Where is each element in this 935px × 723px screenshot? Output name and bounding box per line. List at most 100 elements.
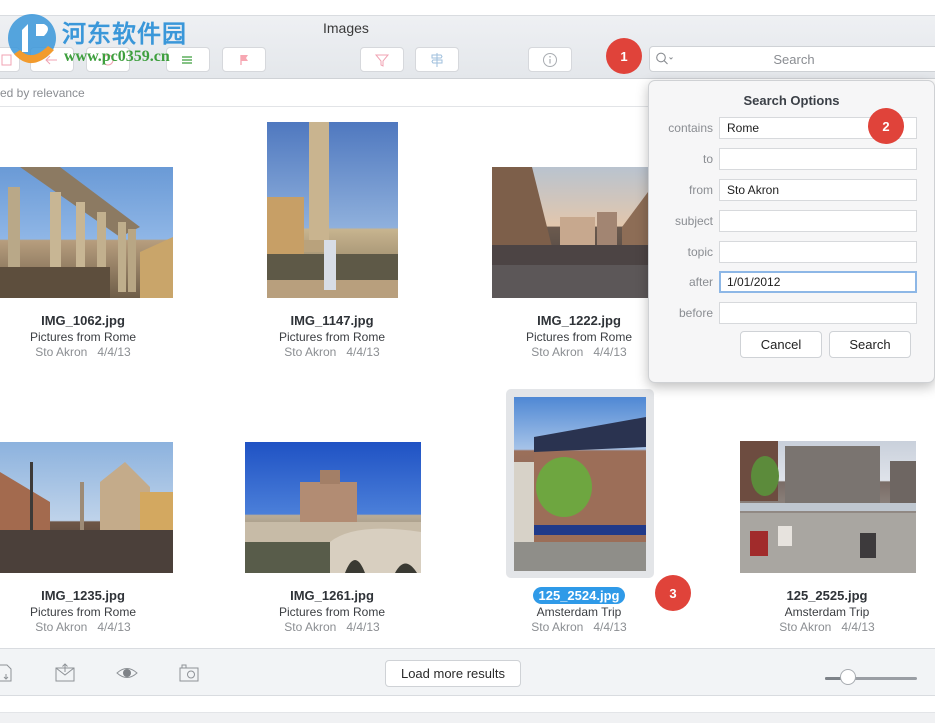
date: 4/4/13 — [97, 620, 131, 634]
quicklook-eye-icon[interactable] — [116, 663, 138, 683]
thumbnail-125-2524[interactable] — [514, 397, 646, 571]
album-name: Pictures from Rome — [29, 330, 137, 344]
filter-button[interactable] — [360, 47, 404, 72]
thumbnail-img-1147[interactable] — [267, 122, 398, 298]
status-footer — [0, 712, 935, 723]
share-icon[interactable] — [54, 663, 76, 683]
thumbnail-img-1235[interactable] — [0, 442, 173, 573]
album-name: Pictures from Rome — [278, 330, 386, 344]
to-label: to — [702, 152, 713, 166]
toolbar: Images Search — [0, 15, 935, 79]
thumbnail-125-2525[interactable] — [740, 441, 916, 573]
move-button[interactable] — [166, 47, 210, 72]
field-topic: topic — [649, 241, 935, 263]
to-input[interactable] — [719, 148, 917, 170]
search-button[interactable]: Search — [829, 331, 911, 358]
contains-label: contains — [668, 121, 713, 135]
date: 4/4/13 — [97, 345, 131, 359]
sender: Sto Akron — [35, 345, 88, 359]
filename[interactable]: IMG_1062.jpg — [0, 313, 203, 328]
photo-hotel-krasnapolsky — [514, 417, 646, 571]
step-badge-1: 1 — [606, 38, 642, 74]
album-name: Pictures from Rome — [278, 605, 386, 619]
after-input[interactable] — [719, 271, 917, 293]
sender-date: Sto Akron 4/4/13 — [212, 345, 452, 359]
reply-icon — [45, 55, 57, 64]
flag-button[interactable] — [222, 47, 266, 72]
photo-castel-sant-angelo — [245, 470, 421, 573]
flag-icon — [240, 54, 248, 65]
thumbnail-img-1222[interactable] — [492, 167, 648, 298]
compose-icon — [1, 54, 12, 65]
photo-trajan-column — [267, 122, 398, 298]
sender-date: Sto Akron 4/4/13 — [0, 620, 203, 634]
sender-date: Sto Akron 4/4/13 — [212, 620, 452, 634]
from-input[interactable] — [719, 179, 917, 201]
move-icon — [182, 55, 192, 64]
sender: Sto Akron — [531, 345, 584, 359]
thumbnail-img-1261[interactable] — [245, 442, 421, 573]
field-from: from — [649, 179, 935, 201]
sender-date: Sto Akron 4/4/13 — [459, 620, 699, 634]
sender-date: Sto Akron 4/4/13 — [707, 620, 935, 634]
sender: Sto Akron — [779, 620, 832, 634]
subject-input[interactable] — [719, 210, 917, 232]
sender: Sto Akron — [531, 620, 584, 634]
window-title: Images — [323, 20, 369, 36]
search-options-title: Search Options — [743, 93, 840, 108]
photo-dam-square — [740, 441, 916, 573]
load-more-results-button[interactable]: Load more results — [385, 660, 521, 687]
date: 4/4/13 — [346, 620, 380, 634]
reply-button[interactable] — [30, 47, 74, 72]
step-badge-3: 3 — [655, 575, 691, 611]
search-field[interactable]: Search — [649, 46, 935, 72]
filename[interactable]: IMG_1147.jpg — [212, 313, 452, 328]
camera-icon[interactable] — [178, 663, 200, 683]
thumbnail-img-1062[interactable] — [0, 167, 173, 298]
compose-button[interactable] — [0, 47, 20, 72]
info-icon — [543, 52, 557, 67]
sender: Sto Akron — [35, 620, 88, 634]
sort-label[interactable]: ed by relevance — [0, 86, 85, 100]
topic-input[interactable] — [719, 241, 917, 263]
date: 4/4/13 — [593, 345, 627, 359]
field-before: before — [649, 302, 935, 324]
info-button[interactable] — [528, 47, 572, 72]
step-badge-2: 2 — [868, 108, 904, 144]
search-placeholder: Search — [773, 52, 815, 67]
sender: Sto Akron — [284, 345, 337, 359]
before-label: before — [678, 306, 713, 320]
slider-knob[interactable] — [840, 669, 856, 685]
window-top-strip — [0, 0, 935, 15]
date: 4/4/13 — [593, 620, 627, 634]
cancel-button[interactable]: Cancel — [740, 331, 822, 358]
date: 4/4/13 — [841, 620, 875, 634]
photo-temple-columns — [0, 167, 173, 298]
sender-date: Sto Akron 4/4/13 — [0, 345, 203, 359]
thumbnail-size-slider[interactable] — [825, 677, 917, 680]
from-label: from — [689, 183, 713, 197]
save-icon[interactable] — [0, 663, 16, 683]
date: 4/4/13 — [346, 345, 380, 359]
subject-label: subject — [674, 214, 713, 228]
field-after: after — [649, 271, 935, 293]
photo-evening-street — [492, 167, 648, 298]
signpost-icon — [431, 52, 443, 67]
bottom-bar: Load more results — [0, 648, 935, 696]
rules-button[interactable] — [415, 47, 459, 72]
filename[interactable]: IMG_1261.jpg — [212, 588, 452, 603]
before-input[interactable] — [719, 302, 917, 324]
topic-label: topic — [687, 245, 713, 259]
filename[interactable]: 125_2525.jpg — [707, 588, 935, 603]
selected-filename[interactable]: 125_2524.jpg — [532, 587, 626, 604]
filename[interactable]: IMG_1235.jpg — [0, 588, 203, 603]
field-to: to — [649, 148, 935, 170]
field-subject: subject — [649, 210, 935, 232]
archive-icon — [102, 54, 114, 65]
photo-piazza-navona — [0, 462, 173, 573]
after-label: after — [688, 275, 713, 289]
sender: Sto Akron — [284, 620, 337, 634]
filter-icon — [374, 54, 390, 67]
archive-button[interactable] — [86, 47, 130, 72]
album-name: Pictures from Rome — [29, 605, 137, 619]
